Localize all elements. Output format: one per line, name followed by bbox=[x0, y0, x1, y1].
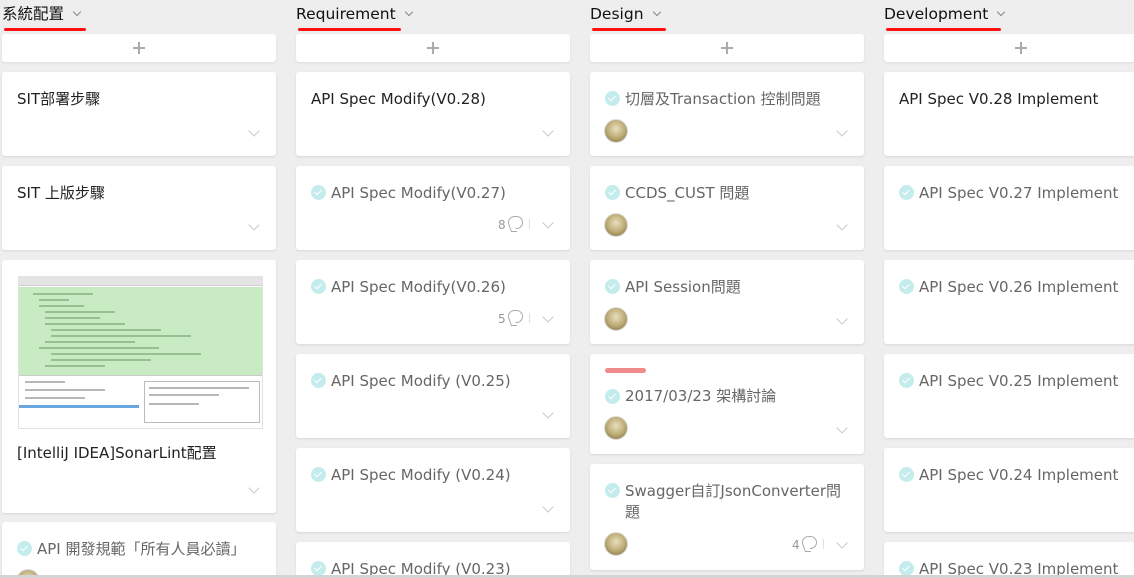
chevron-down-icon[interactable] bbox=[652, 7, 661, 17]
card-cover-image bbox=[18, 276, 263, 429]
card-title: SIT 上版步驟 bbox=[17, 184, 105, 202]
card-title: API Session問題 bbox=[625, 278, 741, 296]
chevron-down-icon[interactable] bbox=[836, 313, 848, 325]
chevron-down-icon[interactable] bbox=[248, 125, 260, 137]
card-title: API Spec Modify(V0.26) bbox=[331, 278, 506, 296]
card-title: API Spec Modify (V0.24) bbox=[331, 466, 511, 484]
chevron-down-icon[interactable] bbox=[542, 311, 554, 323]
comment-icon[interactable] bbox=[802, 536, 817, 549]
chevron-down-icon[interactable] bbox=[542, 125, 554, 137]
chevron-down-icon[interactable] bbox=[248, 482, 260, 494]
task-card[interactable]: API Spec Modify(V0.28) bbox=[296, 72, 570, 156]
card-title: 2017/03/23 架構討論 bbox=[625, 387, 777, 405]
comment-icon[interactable] bbox=[508, 216, 523, 229]
task-card[interactable]: API Spec V0.28 Implement bbox=[884, 72, 1134, 156]
chevron-down-icon[interactable] bbox=[836, 537, 848, 549]
task-card[interactable]: SIT 上版步驟 bbox=[2, 166, 276, 250]
avatar bbox=[604, 532, 628, 556]
column-development: Development API Spec V0.28 Implement API… bbox=[884, 0, 1134, 578]
add-card-button[interactable] bbox=[884, 34, 1134, 62]
column-header[interactable]: 系統配置 bbox=[2, 2, 86, 32]
comment-count: 8 bbox=[498, 218, 506, 232]
column-header[interactable]: Development bbox=[884, 2, 1006, 32]
chevron-down-icon[interactable] bbox=[836, 422, 848, 434]
chevron-down-icon[interactable] bbox=[542, 407, 554, 419]
add-card-button[interactable] bbox=[2, 34, 276, 62]
comment-icon[interactable] bbox=[508, 310, 523, 323]
avatar bbox=[604, 213, 628, 237]
task-card[interactable]: API Spec Modify (V0.23) bbox=[296, 542, 570, 578]
task-card[interactable]: Swagger自訂JsonConverter問題 4 bbox=[590, 464, 864, 570]
divider bbox=[529, 313, 530, 323]
column-underline bbox=[886, 28, 1001, 31]
chevron-down-icon[interactable] bbox=[404, 7, 413, 17]
task-card[interactable]: API Spec V0.26 Implement bbox=[884, 260, 1134, 344]
task-card[interactable]: API 開發規範「所有人員必讀」 bbox=[2, 522, 276, 578]
card-title: API Spec V0.24 Implement bbox=[919, 466, 1119, 484]
column-header[interactable]: Requirement bbox=[296, 2, 413, 32]
task-card[interactable]: 切層及Transaction 控制問題 bbox=[590, 72, 864, 156]
column-design: Design 切層及Transaction 控制問題 CCDS_CUST 問題 … bbox=[590, 0, 866, 578]
column-header[interactable]: Design bbox=[590, 2, 666, 32]
column-underline bbox=[592, 28, 666, 31]
card-title: 切層及Transaction 控制問題 bbox=[625, 90, 821, 108]
chevron-down-icon[interactable] bbox=[997, 7, 1006, 17]
task-card[interactable]: API Spec V0.27 Implement bbox=[884, 166, 1134, 250]
task-card[interactable]: API Spec Modify (V0.25) bbox=[296, 354, 570, 438]
column-requirement: Requirement API Spec Modify(V0.28) API S… bbox=[296, 0, 572, 578]
divider bbox=[529, 219, 530, 229]
task-card[interactable]: API Spec V0.25 Implement bbox=[884, 354, 1134, 438]
avatar bbox=[604, 307, 628, 331]
divider bbox=[823, 539, 824, 549]
task-card[interactable]: [IntelliJ IDEA]SonarLint配置 bbox=[2, 260, 276, 513]
column-underline bbox=[298, 28, 401, 31]
task-card[interactable]: CCDS_CUST 問題 bbox=[590, 166, 864, 250]
avatar bbox=[604, 119, 628, 143]
chevron-down-icon[interactable] bbox=[836, 219, 848, 231]
add-card-button[interactable] bbox=[296, 34, 570, 62]
column-title: Requirement bbox=[296, 5, 396, 23]
chevron-down-icon[interactable] bbox=[836, 125, 848, 137]
card-title: API Spec V0.25 Implement bbox=[919, 372, 1119, 390]
card-title: [IntelliJ IDEA]SonarLint配置 bbox=[17, 444, 217, 462]
task-card[interactable]: API Spec Modify(V0.27) 8 bbox=[296, 166, 570, 250]
task-card[interactable]: SIT部署步驟 bbox=[2, 72, 276, 156]
task-card[interactable]: API Spec Modify(V0.26) 5 bbox=[296, 260, 570, 344]
card-title: API Spec Modify (V0.25) bbox=[331, 372, 511, 390]
column-system-config: 系統配置 SIT部署步驟 SIT 上版步驟 [IntelliJ IDEA]Son… bbox=[2, 0, 278, 578]
card-title: API Spec Modify(V0.28) bbox=[311, 90, 486, 108]
card-title: CCDS_CUST 問題 bbox=[625, 184, 750, 202]
task-card[interactable]: API Spec V0.24 Implement bbox=[884, 448, 1134, 532]
card-title: API Spec Modify(V0.27) bbox=[331, 184, 506, 202]
task-card[interactable]: API Session問題 bbox=[590, 260, 864, 344]
avatar bbox=[604, 416, 628, 440]
comment-count: 5 bbox=[498, 312, 506, 326]
card-title: API Spec V0.27 Implement bbox=[919, 184, 1119, 202]
column-title: Development bbox=[884, 5, 989, 23]
task-card[interactable]: API Spec V0.23 Implement bbox=[884, 542, 1134, 578]
card-title: SIT部署步驟 bbox=[17, 90, 101, 108]
chevron-down-icon[interactable] bbox=[72, 7, 82, 17]
card-title: API Spec V0.28 Implement bbox=[899, 90, 1099, 108]
task-card[interactable]: API Spec Modify (V0.24) bbox=[296, 448, 570, 532]
column-underline bbox=[4, 28, 86, 31]
label-tag[interactable] bbox=[605, 368, 646, 373]
card-title: Swagger自訂JsonConverter問題 bbox=[625, 482, 842, 521]
column-title: Design bbox=[590, 5, 644, 23]
chevron-down-icon[interactable] bbox=[248, 219, 260, 231]
chevron-down-icon[interactable] bbox=[542, 501, 554, 513]
card-title: API Spec V0.26 Implement bbox=[919, 278, 1119, 296]
task-card[interactable]: 2017/03/23 架構討論 bbox=[590, 354, 864, 454]
card-title: API 開發規範「所有人員必讀」 bbox=[37, 540, 246, 558]
chevron-down-icon[interactable] bbox=[542, 217, 554, 229]
comment-count: 4 bbox=[792, 538, 800, 552]
add-card-button[interactable] bbox=[590, 34, 864, 62]
column-title: 系統配置 bbox=[2, 5, 65, 23]
